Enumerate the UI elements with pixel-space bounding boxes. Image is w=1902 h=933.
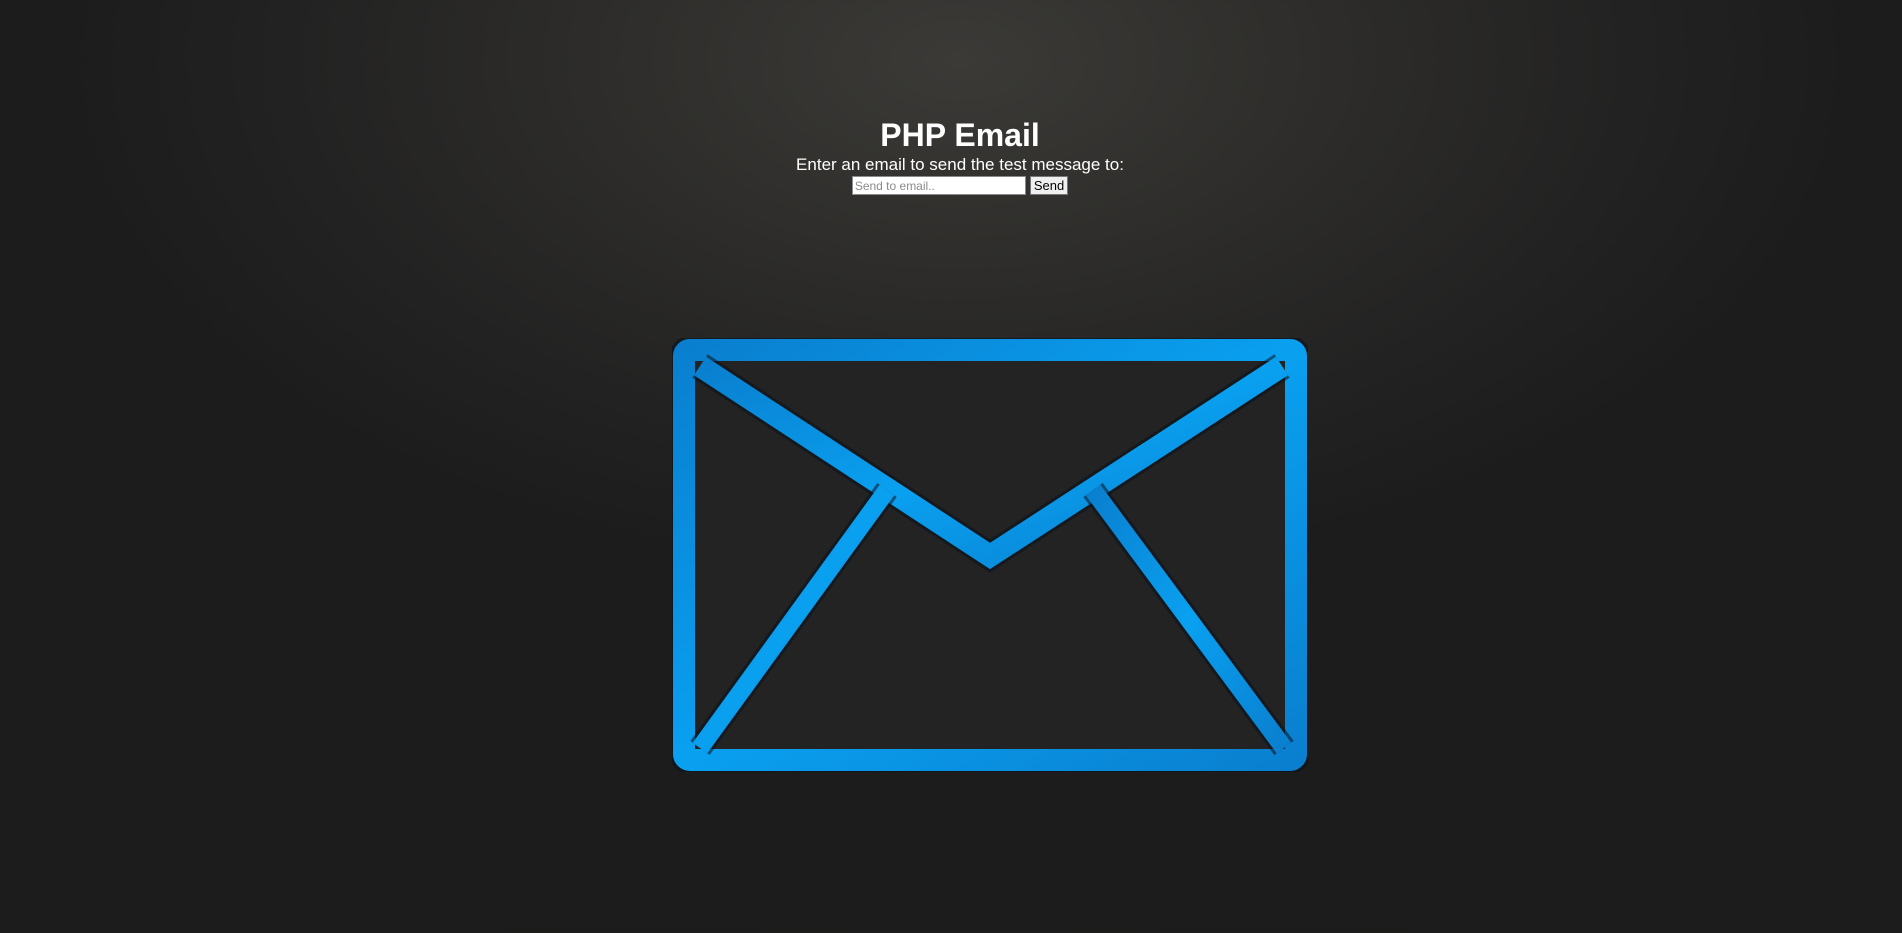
email-form: PHP Email Enter an email to send the tes… bbox=[0, 115, 1902, 195]
send-button[interactable]: Send bbox=[1029, 176, 1069, 195]
page: PHP Email Enter an email to send the tes… bbox=[0, 0, 1902, 933]
form-row: Send bbox=[0, 176, 1902, 195]
form-prompt: Enter an email to send the test message … bbox=[796, 155, 1124, 174]
email-input[interactable] bbox=[851, 176, 1026, 195]
envelope-icon bbox=[672, 338, 1308, 772]
page-title: PHP Email bbox=[880, 117, 1040, 153]
